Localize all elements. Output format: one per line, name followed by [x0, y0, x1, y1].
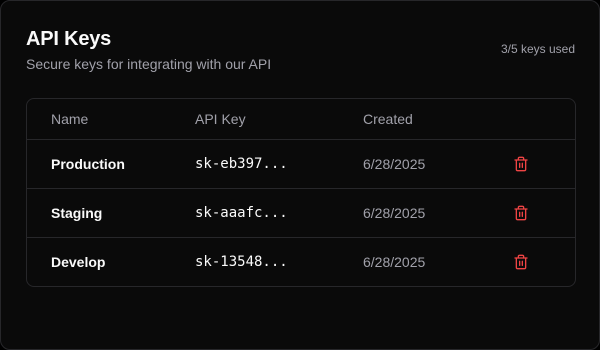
column-header-created: Created — [363, 111, 413, 127]
table-header-row: Name API Key Created — [27, 99, 575, 139]
trash-icon[interactable] — [513, 156, 529, 172]
key-name: Production — [51, 156, 125, 172]
table-row: Staging sk-aaafc... 6/28/2025 — [27, 188, 575, 237]
api-key-value: sk-13548... — [195, 254, 288, 270]
created-date: 6/28/2025 — [363, 156, 426, 172]
keys-usage-count: 3/5 keys used — [500, 42, 575, 56]
created-date: 6/28/2025 — [363, 205, 426, 221]
delete-key-button[interactable] — [511, 238, 531, 286]
page-subtitle: Secure keys for integrating with our API — [26, 56, 272, 72]
api-key-value: sk-eb397... — [195, 156, 288, 172]
api-keys-table: Name API Key Created Production sk-eb397… — [26, 98, 576, 287]
column-header-api-key: API Key — [195, 111, 246, 127]
api-key-value: sk-aaafc... — [195, 205, 288, 221]
column-header-name: Name — [51, 111, 89, 127]
trash-icon[interactable] — [513, 254, 529, 270]
created-date: 6/28/2025 — [363, 254, 426, 270]
table-row: Develop sk-13548... 6/28/2025 — [27, 237, 575, 286]
trash-icon[interactable] — [513, 205, 529, 221]
key-name: Develop — [51, 254, 106, 270]
page-title: API Keys — [26, 28, 112, 50]
api-keys-card: API Keys Secure keys for integrating wit… — [0, 0, 600, 350]
delete-key-button[interactable] — [511, 140, 531, 188]
table-row: Production sk-eb397... 6/28/2025 — [27, 139, 575, 188]
key-name: Staging — [51, 205, 103, 221]
delete-key-button[interactable] — [511, 189, 531, 237]
